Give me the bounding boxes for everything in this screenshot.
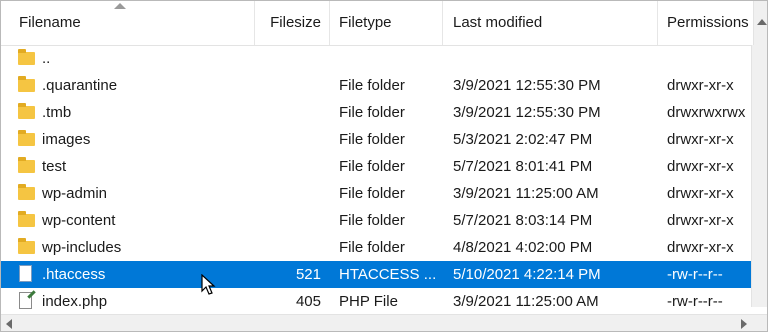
file-type: File folder — [339, 185, 405, 202]
file-name: .quarantine — [42, 77, 118, 94]
folder-icon — [18, 156, 36, 176]
horizontal-scrollbar[interactable] — [1, 314, 767, 331]
sort-ascending-icon — [114, 3, 126, 9]
file-row[interactable]: images File folder 5/3/2021 2:02:47 PM drwx… — [1, 126, 753, 153]
file-permissions: drwxr-xr-x — [667, 185, 734, 202]
folder-icon — [18, 129, 36, 149]
folder-icon — [18, 210, 36, 230]
folder-icon — [18, 75, 36, 95]
file-row[interactable]: .. — [1, 45, 753, 72]
file-row[interactable]: .htaccess 521 HTACCESS ... 5/10/2021 4:22:1… — [1, 261, 753, 288]
mouse-cursor-icon — [201, 274, 216, 295]
last-modified-header-label: Last modified — [453, 14, 543, 31]
file-icon — [18, 264, 36, 284]
file-type: HTACCESS ... — [339, 266, 437, 283]
filesize-header-label: Filesize — [270, 14, 321, 31]
file-row[interactable]: .quarantine File folder 3/9/2021 12:55:30 … — [1, 72, 753, 99]
file-permissions: drwxr-xr-x — [667, 77, 734, 94]
file-name: wp-admin — [42, 185, 108, 202]
folder-icon — [18, 102, 36, 122]
filetype-header-label: Filetype — [339, 14, 392, 31]
file-last-modified: 3/9/2021 11:25:00 AM — [453, 185, 599, 202]
file-name: wp-includes — [42, 239, 122, 256]
filename-column-header[interactable]: Filename — [1, 1, 255, 45]
file-name: test — [42, 158, 67, 175]
file-last-modified: 3/9/2021 12:55:30 PM — [453, 77, 601, 94]
file-name: images — [42, 131, 91, 148]
file-type: File folder — [339, 77, 405, 94]
file-row[interactable]: wp-admin File folder 3/9/2021 11:25:00 AM d… — [1, 180, 753, 207]
folder-icon — [18, 237, 36, 257]
file-permissions: -rw-r--r-- — [667, 293, 723, 310]
file-row[interactable]: test File folder 5/7/2021 8:01:41 PM drwxr-… — [1, 153, 753, 180]
scroll-up-button[interactable] — [753, 1, 767, 45]
file-last-modified: 5/3/2021 2:02:47 PM — [453, 131, 593, 148]
file-size: 521 — [295, 266, 321, 283]
file-permissions: drwxr-xr-x — [667, 239, 734, 256]
filetype-column-header[interactable]: Filetype — [330, 1, 443, 45]
scroll-left-icon[interactable] — [6, 319, 12, 329]
file-name: .tmb — [42, 104, 72, 121]
file-type: PHP File — [339, 293, 398, 310]
file-rows: .. .quarantine File folder 3/9/2021 12:55:3… — [1, 45, 753, 315]
file-permissions: drwxr-xr-x — [667, 131, 734, 148]
file-row[interactable]: index.php 405 PHP File 3/9/2021 11:25:00 AM… — [1, 288, 753, 315]
last-modified-column-header[interactable]: Last modified — [443, 1, 658, 45]
file-type: File folder — [339, 212, 405, 229]
file-permissions: drwxrwxrwx — [667, 104, 746, 121]
file-last-modified: 5/7/2021 8:03:14 PM — [453, 212, 593, 229]
scroll-right-icon[interactable] — [741, 319, 747, 329]
file-last-modified: 3/9/2021 11:25:00 AM — [453, 293, 599, 310]
file-name: .htaccess — [42, 266, 106, 283]
file-type: File folder — [339, 158, 405, 175]
permissions-column-header[interactable]: Permissions — [658, 1, 753, 45]
file-name: .. — [42, 50, 51, 67]
file-last-modified: 4/8/2021 4:02:00 PM — [453, 239, 593, 256]
vertical-scrollbar[interactable] — [751, 45, 767, 307]
file-type: File folder — [339, 104, 405, 121]
file-last-modified: 3/9/2021 12:55:30 PM — [453, 104, 601, 121]
file-last-modified: 5/10/2021 4:22:14 PM — [453, 266, 601, 283]
file-row[interactable]: .tmb File folder 3/9/2021 12:55:30 PM drwxr… — [1, 99, 753, 126]
column-header-row: Filename Filesize Filetype Last modified… — [1, 1, 767, 46]
file-row[interactable]: wp-content File folder 5/7/2021 8:03:14 PM… — [1, 207, 753, 234]
php-file-icon — [18, 290, 36, 311]
permissions-header-label: Permissions — [667, 14, 749, 31]
folder-icon — [18, 48, 36, 68]
folder-icon — [18, 183, 36, 203]
file-name: index.php — [42, 293, 108, 310]
file-permissions: drwxr-xr-x — [667, 158, 734, 175]
file-last-modified: 5/7/2021 8:01:41 PM — [453, 158, 593, 175]
file-permissions: -rw-r--r-- — [667, 266, 723, 283]
file-type: File folder — [339, 131, 405, 148]
file-type: File folder — [339, 239, 405, 256]
filesize-column-header[interactable]: Filesize — [255, 1, 330, 45]
file-row[interactable]: wp-includes File folder 4/8/2021 4:02:00 P… — [1, 234, 753, 261]
file-size: 405 — [295, 293, 321, 310]
filename-header-label: Filename — [19, 14, 81, 31]
file-permissions: drwxr-xr-x — [667, 212, 734, 229]
file-name: wp-content — [42, 212, 116, 229]
file-list-panel: Filename Filesize Filetype Last modified… — [0, 0, 768, 332]
